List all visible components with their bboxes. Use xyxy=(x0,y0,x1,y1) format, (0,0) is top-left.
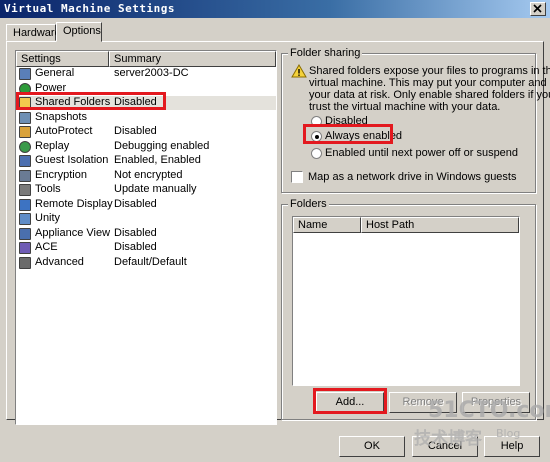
settings-row-advanced[interactable]: Advanced Default/Default xyxy=(16,256,276,270)
column-name[interactable]: Name xyxy=(293,217,361,233)
column-label: Summary xyxy=(114,53,162,65)
ace-icon xyxy=(19,242,31,254)
replay-icon xyxy=(19,140,31,153)
ok-button[interactable]: OK xyxy=(339,436,405,457)
settings-row-ace[interactable]: ACE Disabled xyxy=(16,241,276,255)
radio-enabled-until-power-off-label[interactable]: Enabled until next power off or suspend xyxy=(325,147,518,159)
settings-row-guest-isolation[interactable]: Guest Isolation Enabled, Enabled xyxy=(16,154,276,168)
settings-row-autoprotect[interactable]: AutoProtect Disabled xyxy=(16,125,276,139)
settings-row-label: Remote Display xyxy=(35,197,113,210)
settings-row-summary: Disabled xyxy=(114,226,157,239)
settings-row-summary: Disabled xyxy=(114,197,157,210)
column-label: Settings xyxy=(21,53,61,65)
settings-row-replay[interactable]: Replay Debugging enabled xyxy=(16,140,276,154)
column-label: Host Path xyxy=(366,219,415,231)
settings-row-summary: Disabled xyxy=(114,241,157,253)
settings-row-label: Unity xyxy=(35,212,61,224)
close-icon xyxy=(533,4,542,13)
snapshot-icon xyxy=(19,111,31,124)
encryption-icon xyxy=(19,169,31,182)
title-bar[interactable]: Virtual Machine Settings xyxy=(0,0,550,18)
tab-options[interactable]: Options xyxy=(56,22,102,42)
highlight-shared-folders xyxy=(16,92,166,110)
watermark-logo: 51CTO.com xyxy=(428,398,550,423)
window-title: Virtual Machine Settings xyxy=(4,2,175,15)
settings-row-snapshots[interactable]: Snapshots xyxy=(16,111,276,125)
watermark-blog: Blog xyxy=(496,427,521,440)
unity-icon xyxy=(19,213,31,225)
settings-row-summary: Enabled, Enabled xyxy=(114,154,201,166)
settings-row-label: AutoProtect xyxy=(35,125,93,137)
tab-hardware[interactable]: Hardware xyxy=(6,24,61,41)
settings-row-label: Replay xyxy=(35,139,70,152)
remote-display-icon xyxy=(19,198,31,211)
column-label: Name xyxy=(298,219,328,231)
tab-label: Hardware xyxy=(13,27,61,39)
ok-button-label: OK xyxy=(364,440,380,452)
tools-icon xyxy=(19,184,31,196)
appliance-icon xyxy=(19,227,31,240)
radio-enabled-until-power-off[interactable] xyxy=(311,148,322,159)
highlight-add-button xyxy=(313,388,387,414)
settings-row-summary: Disabled xyxy=(114,125,157,137)
settings-row-unity[interactable]: Unity xyxy=(16,212,276,226)
settings-row-summary: Update manually xyxy=(114,183,197,195)
settings-row-label: Encryption xyxy=(35,168,87,181)
isolation-icon xyxy=(19,155,31,167)
folder-sharing-description-line: virtual machine. This may put your compu… xyxy=(309,77,547,89)
settings-row-summary: Default/Default xyxy=(114,255,187,268)
folder-sharing-description-line: Shared folders expose your files to prog… xyxy=(309,65,550,77)
folder-sharing-title: Folder sharing xyxy=(288,47,363,59)
general-icon xyxy=(19,68,31,80)
help-button-label: Help xyxy=(500,440,524,452)
settings-row-summary: Debugging enabled xyxy=(114,139,210,152)
settings-row-label: Snapshots xyxy=(35,110,87,123)
settings-row-label: Advanced xyxy=(35,255,84,268)
folders-title: Folders xyxy=(288,198,329,210)
folders-list[interactable]: Name Host Path xyxy=(292,216,520,386)
tab-label: Options xyxy=(63,25,101,37)
watermark-subtext: 技术博客 xyxy=(414,429,482,449)
settings-row-label: General xyxy=(35,67,75,79)
settings-row-summary: Not encrypted xyxy=(114,168,183,181)
highlight-always-enabled xyxy=(303,124,393,144)
settings-row-encryption[interactable]: Encryption Not encrypted xyxy=(16,169,276,183)
column-summary[interactable]: Summary xyxy=(109,51,276,67)
settings-row-label: Appliance View xyxy=(35,226,111,239)
map-drive-label[interactable]: Map as a network drive in Windows guests xyxy=(308,171,516,183)
settings-row-tools[interactable]: Tools Update manually xyxy=(16,183,276,197)
column-host-path[interactable]: Host Path xyxy=(361,217,519,233)
advanced-icon xyxy=(19,256,31,269)
autoprotect-icon xyxy=(19,126,31,138)
map-drive-checkbox[interactable] xyxy=(291,171,303,183)
close-button[interactable] xyxy=(530,2,546,16)
settings-row-remote-display[interactable]: Remote Display Disabled xyxy=(16,198,276,212)
folder-sharing-description-line: trust the virtual machine with your data… xyxy=(309,101,501,113)
folder-sharing-description-line: your data at risk. Only enable shared fo… xyxy=(309,89,550,101)
warning-icon xyxy=(291,64,307,78)
settings-row-label: Guest Isolation xyxy=(35,154,109,166)
settings-row-summary: server2003-DC xyxy=(114,67,189,79)
settings-row-label: ACE xyxy=(35,241,58,253)
column-settings[interactable]: Settings xyxy=(16,51,109,67)
settings-row-appliance-view[interactable]: Appliance View Disabled xyxy=(16,227,276,241)
settings-row-general[interactable]: General server2003-DC xyxy=(16,67,276,81)
settings-row-label: Tools xyxy=(35,183,61,195)
settings-list-header: Settings Summary xyxy=(16,51,276,67)
